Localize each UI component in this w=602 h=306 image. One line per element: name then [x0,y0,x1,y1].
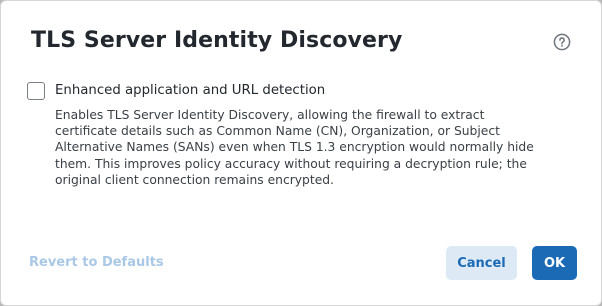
enhanced-detection-checkbox[interactable] [27,82,45,100]
help-circle-icon[interactable] [553,33,571,51]
description-line: original client connection remains encry… [55,172,334,187]
dialog-title: TLS Server Identity Discovery [31,28,403,53]
description-line: Enables TLS Server Identity Discovery, a… [55,108,485,122]
tls-identity-dialog: TLS Server Identity Discovery Enhanced a… [0,0,602,306]
description-line: them. This improves policy accuracy with… [55,156,527,171]
description-line: certificate details such as Common Name … [55,124,500,139]
revert-to-defaults-link[interactable]: Revert to Defaults [29,255,164,270]
cancel-button[interactable]: Cancel [446,246,517,280]
ok-button[interactable]: OK [532,246,577,280]
option-description: Enables TLS Server Identity Discovery, a… [55,107,600,188]
description-line: Alternative Names (SANs) even when TLS 1… [55,140,534,155]
checkbox-label[interactable]: Enhanced application and URL detection [55,83,325,98]
